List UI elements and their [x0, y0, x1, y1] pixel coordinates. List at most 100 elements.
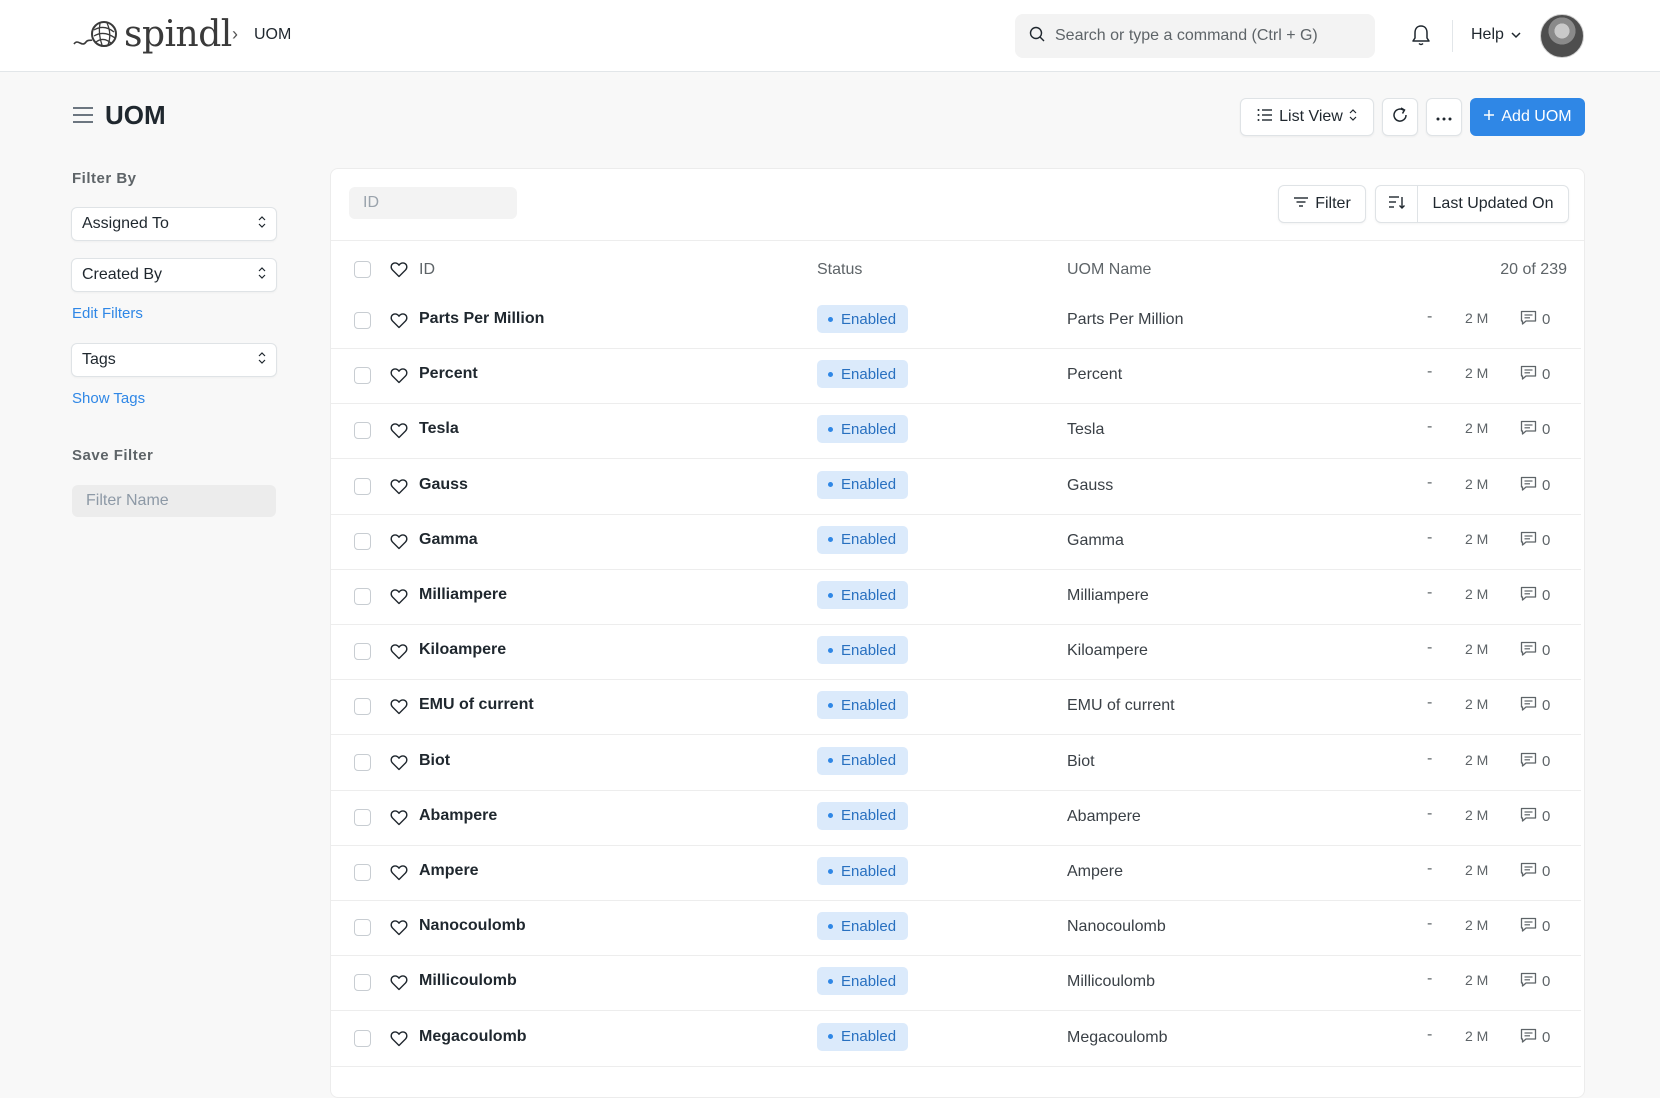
column-header-id[interactable]: ID — [419, 261, 435, 279]
search-bar[interactable] — [1015, 14, 1375, 58]
row-id-link[interactable]: Millicoulomb — [419, 972, 517, 990]
row-comment-count[interactable]: 0 — [1520, 972, 1550, 991]
table-row[interactable]: Gauss Enabled Gauss - 2 M 0 — [331, 460, 1581, 515]
row-checkbox[interactable] — [354, 698, 371, 716]
row-id-link[interactable]: Kiloampere — [419, 641, 506, 659]
more-actions-button[interactable] — [1426, 98, 1462, 136]
row-checkbox[interactable] — [354, 422, 371, 440]
table-row[interactable]: Nanocoulomb Enabled Nanocoulomb - 2 M 0 — [331, 901, 1581, 957]
select-all-checkbox[interactable] — [354, 261, 371, 278]
row-comment-count[interactable]: 0 — [1520, 310, 1550, 329]
search-input[interactable] — [1055, 27, 1355, 45]
sort-field-button[interactable]: Last Updated On — [1418, 186, 1568, 222]
heart-icon[interactable] — [390, 698, 408, 720]
row-id-link[interactable]: Biot — [419, 752, 450, 770]
help-dropdown[interactable]: Help — [1471, 26, 1522, 44]
row-id-link[interactable]: Gamma — [419, 531, 478, 549]
edit-filters-link[interactable]: Edit Filters — [72, 305, 143, 322]
breadcrumb-uom[interactable]: UOM — [254, 26, 291, 44]
row-id-link[interactable]: Milliampere — [419, 586, 507, 604]
assigned-to-select[interactable]: Assigned To — [71, 207, 277, 241]
row-checkbox[interactable] — [354, 367, 371, 385]
column-header-uom-name[interactable]: UOM Name — [1067, 261, 1151, 279]
row-checkbox[interactable] — [354, 808, 371, 826]
row-comment-count[interactable]: 0 — [1520, 420, 1550, 439]
row-checkbox[interactable] — [354, 532, 371, 550]
show-tags-link[interactable]: Show Tags — [72, 390, 145, 407]
row-comment-count[interactable]: 0 — [1520, 586, 1550, 605]
row-comment-count[interactable]: 0 — [1520, 365, 1550, 384]
row-checkbox[interactable] — [354, 864, 371, 881]
row-id-link[interactable]: Abampere — [419, 807, 497, 825]
status-badge: Enabled — [817, 746, 909, 775]
row-id-link[interactable]: Nanocoulomb — [419, 917, 526, 935]
heart-icon[interactable] — [390, 754, 408, 776]
heart-icon[interactable] — [390, 533, 408, 555]
bell-icon[interactable] — [1410, 23, 1432, 52]
row-checkbox[interactable] — [354, 588, 371, 605]
heart-icon[interactable] — [390, 1030, 408, 1052]
table-row[interactable]: EMU of current Enabled EMU of current - 2 M 0 — [331, 680, 1581, 736]
brand-logo[interactable]: spindl — [72, 14, 232, 55]
row-checkbox[interactable] — [354, 1029, 371, 1047]
sort-direction-button[interactable] — [1376, 186, 1418, 222]
table-row[interactable]: Milliampere Enabled Milliampere - 2 M 0 — [331, 570, 1581, 625]
heart-icon[interactable] — [390, 367, 408, 389]
column-header-status[interactable]: Status — [817, 261, 862, 279]
row-id-link[interactable]: Parts Per Million — [419, 310, 544, 328]
heart-icon[interactable] — [390, 312, 408, 334]
created-by-select[interactable]: Created By — [71, 258, 277, 292]
id-filter-input[interactable] — [349, 187, 517, 219]
table-row[interactable]: Abampere Enabled Abampere - 2 M 0 — [331, 791, 1581, 846]
row-comment-count[interactable]: 0 — [1520, 917, 1550, 936]
table-row[interactable]: Ampere Enabled Ampere - 2 M 0 — [331, 846, 1581, 901]
row-comment-count[interactable]: 0 — [1520, 807, 1550, 826]
status-badge: Enabled — [817, 691, 909, 720]
row-id-link[interactable]: Ampere — [419, 862, 479, 880]
row-comment-count[interactable]: 0 — [1520, 476, 1550, 495]
row-id-link[interactable]: Megacoulomb — [419, 1028, 527, 1046]
row-checkbox[interactable] — [354, 312, 371, 329]
row-comment-count[interactable]: 0 — [1520, 531, 1550, 550]
heart-icon[interactable] — [390, 919, 408, 941]
filter-button[interactable]: Filter — [1278, 185, 1366, 223]
heart-icon[interactable] — [390, 864, 408, 886]
row-id-link[interactable]: Gauss — [419, 476, 468, 494]
list-view-button[interactable]: List View — [1240, 98, 1374, 136]
heart-icon[interactable] — [390, 974, 408, 996]
row-comment-count[interactable]: 0 — [1520, 862, 1550, 881]
row-comment-count[interactable]: 0 — [1520, 1028, 1550, 1047]
heart-icon[interactable] — [390, 422, 408, 444]
row-id-link[interactable]: Percent — [419, 365, 478, 383]
table-row[interactable]: Percent Enabled Percent - 2 M 0 — [331, 349, 1581, 405]
table-row[interactable]: Millicoulomb Enabled Millicoulomb - 2 M 0 — [331, 956, 1581, 1012]
row-id-link[interactable]: Tesla — [419, 420, 459, 438]
row-comment-count[interactable]: 0 — [1520, 641, 1550, 660]
heart-icon[interactable] — [390, 478, 408, 500]
row-comment-count[interactable]: 0 — [1520, 696, 1550, 715]
row-modified: 2 M — [1465, 641, 1489, 658]
row-checkbox[interactable] — [354, 753, 371, 771]
refresh-button[interactable] — [1382, 98, 1418, 136]
row-checkbox[interactable] — [354, 974, 371, 992]
filter-name-input[interactable] — [72, 485, 276, 517]
avatar[interactable] — [1540, 14, 1584, 58]
table-row[interactable]: Biot Enabled Biot - 2 M 0 — [331, 736, 1581, 791]
tags-select[interactable]: Tags — [71, 343, 277, 377]
table-row[interactable]: Kiloampere Enabled Kiloampere - 2 M 0 — [331, 625, 1581, 681]
add-uom-button[interactable]: Add UOM — [1470, 98, 1585, 136]
row-comment-count[interactable]: 0 — [1520, 752, 1550, 771]
heart-icon[interactable] — [390, 588, 408, 610]
table-row[interactable]: Parts Per Million Enabled Parts Per Millio… — [331, 294, 1581, 349]
heart-icon[interactable] — [390, 809, 408, 831]
row-checkbox[interactable] — [354, 919, 371, 937]
heart-icon[interactable] — [390, 261, 408, 283]
row-checkbox[interactable] — [354, 477, 371, 495]
heart-icon[interactable] — [390, 643, 408, 665]
row-id-link[interactable]: EMU of current — [419, 696, 534, 714]
table-row[interactable]: Tesla Enabled Tesla - 2 M 0 — [331, 404, 1581, 460]
row-checkbox[interactable] — [354, 643, 371, 661]
menu-icon[interactable] — [72, 106, 94, 129]
table-row[interactable]: Gamma Enabled Gamma - 2 M 0 — [331, 515, 1581, 570]
table-row[interactable]: Megacoulomb Enabled Megacoulomb - 2 M 0 — [331, 1012, 1581, 1067]
